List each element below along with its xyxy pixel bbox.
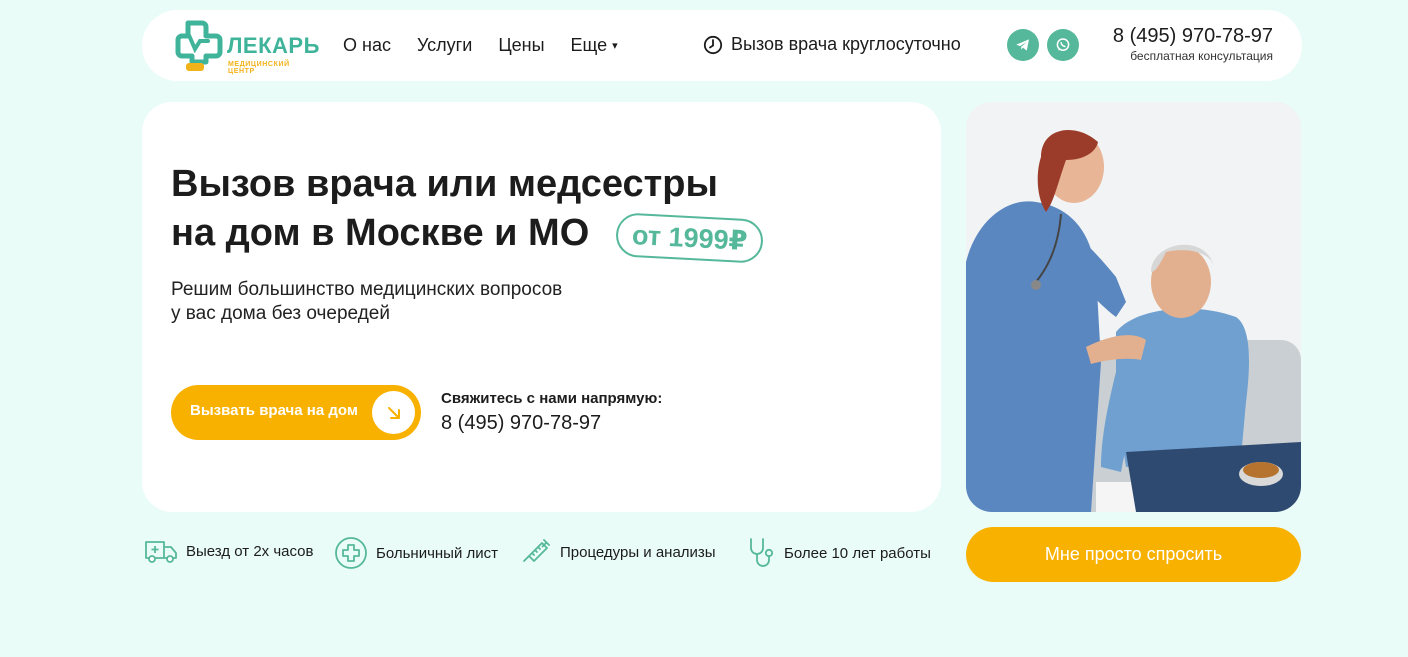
hero-title: Вызов врача или медсестры на дом в Москв…	[171, 160, 871, 258]
feature-label: Процедуры и анализы	[560, 543, 716, 561]
telegram-icon	[1016, 39, 1029, 51]
price-badge: от 1999₽	[614, 212, 765, 264]
hero-title-line1: Вызов врача или медсестры	[171, 163, 718, 205]
contact-phone[interactable]: 8 (495) 970-78-97	[441, 412, 601, 435]
feature-label: Выезд от 2х часов	[186, 542, 314, 560]
call-doctor-button[interactable]: Вызвать врача на дом	[171, 385, 421, 440]
logo-tagline: МЕДИЦИНСКИЙ ЦЕНТР	[228, 61, 290, 75]
site-header: ЛЕКАРЬ МЕДИЦИНСКИЙ ЦЕНТР О нас Услуги Це…	[142, 10, 1302, 81]
nav-item-more[interactable]: Еще	[571, 35, 618, 56]
nurse-patient-photo	[966, 102, 1301, 512]
contact-label: Свяжитесь с нами напрямую:	[441, 390, 663, 407]
hero-subtitle-line1: Решим большинство медицинских вопросов	[171, 279, 563, 300]
syringe-icon	[523, 539, 550, 562]
nav-item-prices[interactable]: Цены	[498, 35, 544, 56]
medical-cross-icon	[335, 537, 367, 569]
clock-icon	[703, 35, 723, 54]
whatsapp-icon	[1056, 38, 1070, 51]
logo-name: ЛЕКАРЬ	[227, 33, 320, 58]
nav-item-about[interactable]: О нас	[343, 35, 391, 56]
call-24h[interactable]: Вызов врача круглосуточно	[703, 34, 961, 55]
header-phone-note: бесплатная консультация	[1130, 49, 1273, 63]
ambulance-icon	[145, 541, 177, 563]
hero-subtitle-line2: у вас дома без очередей	[171, 303, 390, 324]
hero-card: Вызов врача или медсестры на дом в Москв…	[142, 102, 941, 512]
header-phone-number[interactable]: 8 (495) 970-78-97	[1113, 25, 1273, 48]
feature-item-departure: Выезд от 2х часов	[144, 536, 313, 566]
feature-label: Больничный лист	[376, 544, 499, 562]
header-phone[interactable]: 8 (495) 970-78-97 бесплатная консультаци…	[1113, 25, 1273, 63]
hero-subtitle: Решим большинство медицинских вопросов у…	[171, 278, 691, 326]
feature-item-experience: Более 10 лет работы	[746, 536, 931, 570]
telegram-button[interactable]	[1007, 29, 1039, 61]
logo[interactable]: ЛЕКАРЬ МЕДИЦИНСКИЙ ЦЕНТР	[171, 19, 319, 75]
main-nav: О нас Услуги Цены Еще	[343, 35, 618, 56]
feature-label: Более 10 лет работы	[784, 544, 931, 562]
call-24h-label: Вызов врача круглосуточно	[731, 34, 961, 54]
logo-cross-icon	[175, 20, 223, 71]
feature-item-sick-leave: Больничный лист	[334, 536, 498, 570]
call-doctor-button-label: Вызвать врача на дом	[190, 402, 358, 419]
stethoscope-icon	[750, 538, 774, 567]
whatsapp-button[interactable]	[1047, 29, 1079, 61]
arrow-down-right-icon	[372, 391, 415, 434]
feature-item-procedures: Процедуры и анализы	[522, 536, 716, 568]
nav-item-services[interactable]: Услуги	[417, 35, 472, 56]
hero-title-line2: на дом в Москве и МО	[171, 212, 590, 254]
just-ask-button[interactable]: Мне просто спросить	[966, 527, 1301, 582]
